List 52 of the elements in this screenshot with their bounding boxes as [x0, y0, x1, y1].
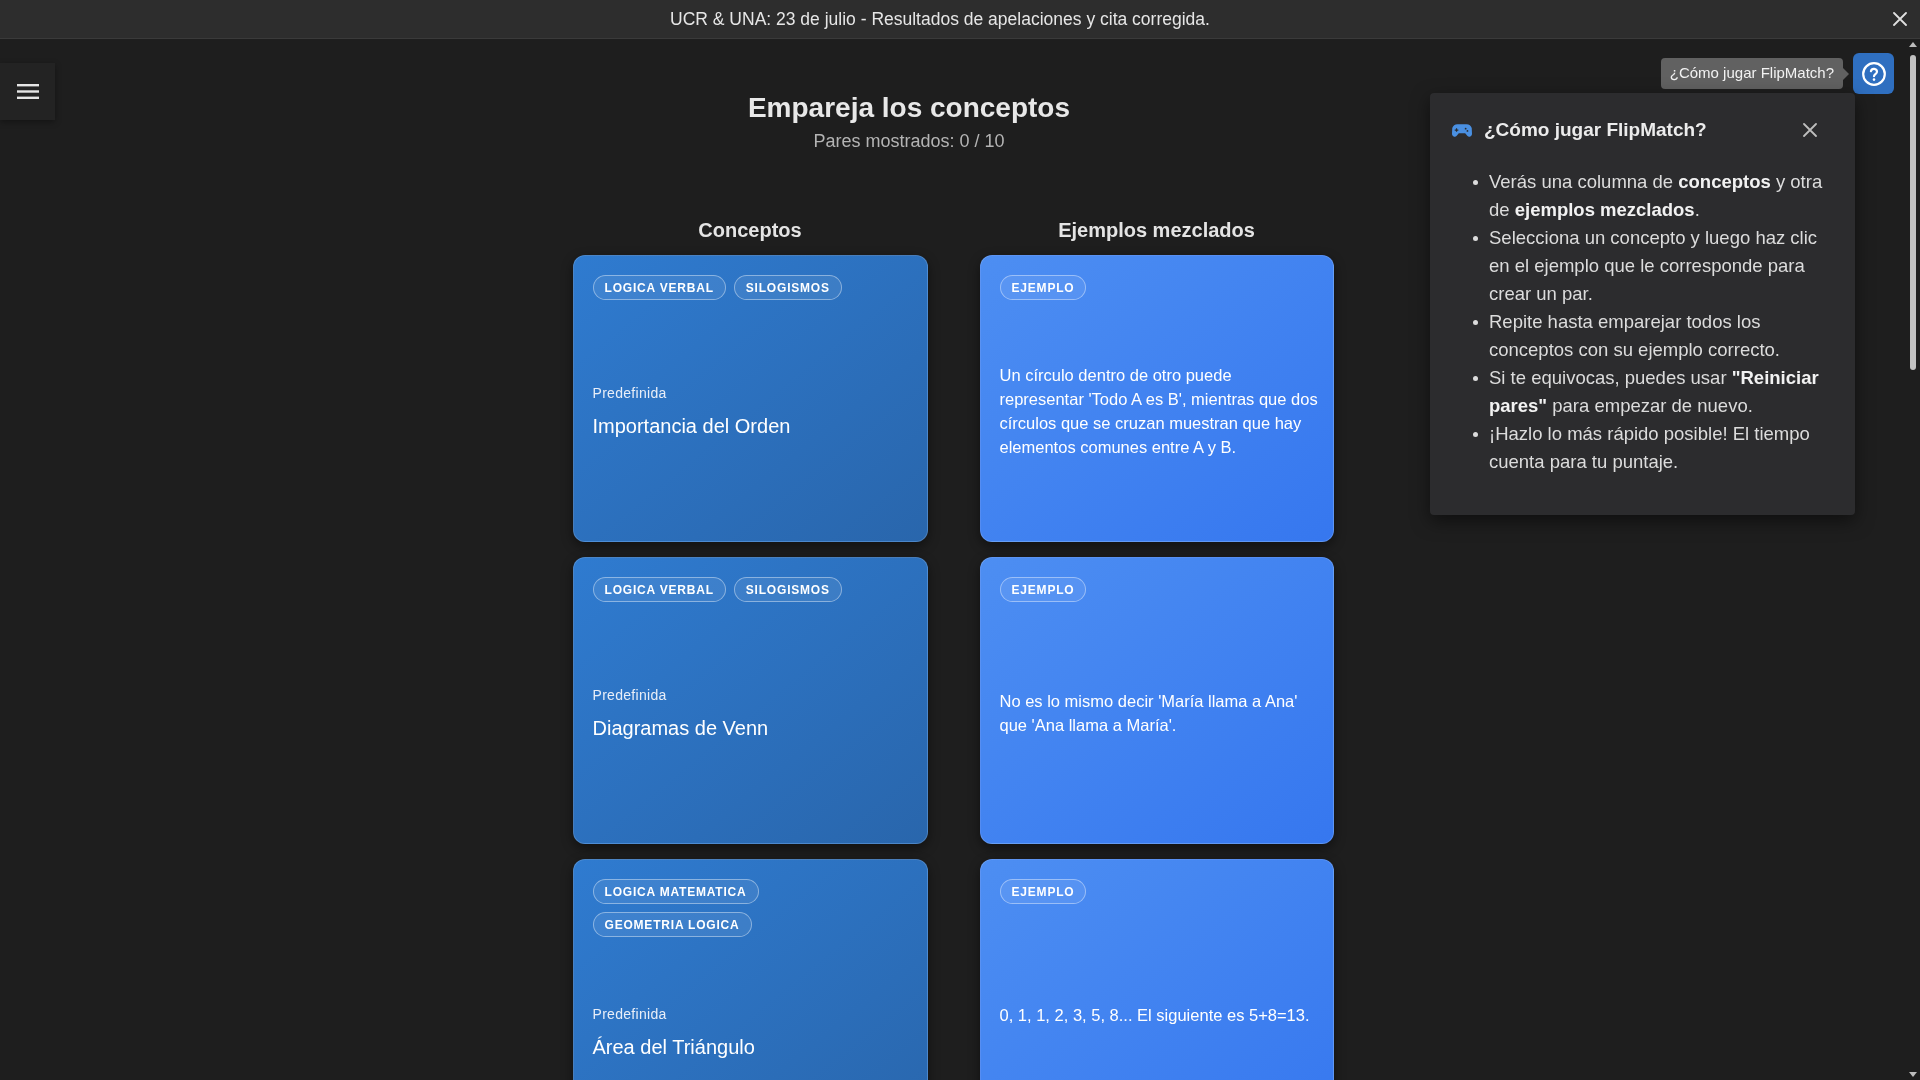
help-text: ¡Hazlo lo más rápido posible! El tiempo cuenta para tu puntaje. [1489, 422, 1811, 474]
help-text: Selecciona un concepto y luego haz clic en el ejemplo que le corresponde para crear un par. [1489, 226, 1819, 306]
example-card[interactable]: EJEMPLO No es lo mismo decir 'María llama a Ana' que 'Ana llama a María'. [979, 557, 1334, 844]
pairs-counter: Pares mostrados: 0 / 10 [813, 131, 1005, 151]
category-tag: GEOMETRIA LOGICA [592, 912, 752, 937]
concept-title: Importancia del Orden [592, 414, 792, 438]
source-label: Predefinida [592, 1004, 668, 1023]
bullet-icon [1473, 320, 1478, 325]
column-heading: Conceptos [698, 218, 802, 242]
close-icon [1803, 123, 1817, 137]
scroll-up-icon[interactable] [1909, 42, 1917, 47]
announcement-text: UCR & UNA: 23 de julio - Resultados de apelaciones y cita corregida. [670, 7, 1210, 31]
close-button[interactable] [1802, 122, 1818, 138]
example-tag: EJEMPLO [999, 275, 1087, 300]
source-label: Predefinida [592, 384, 668, 402]
close-icon [1893, 12, 1907, 26]
example-text: Un círculo dentro de otro puede representar 'Todo A es B', mientras que dos círculos que se cruzan muestran que hay elementos comunes entre A y B. [999, 365, 1319, 458]
bullet-icon [1473, 376, 1478, 381]
example-text: No es lo mismo decir 'María llama a Ana' que 'Ana llama a María'. [999, 691, 1299, 736]
menu-button[interactable] [0, 63, 55, 120]
example-tag: EJEMPLO [999, 879, 1087, 904]
scrollbar-thumb[interactable] [1910, 55, 1916, 370]
bullet-icon [1473, 236, 1478, 241]
scroll-down-icon[interactable] [1909, 1072, 1917, 1077]
tooltip: ¿Cómo jugar FlipMatch? [1660, 58, 1849, 89]
help-text: Verás una columna de conceptos y otra de ejemplos mezclados. [1489, 170, 1824, 222]
concept-card[interactable]: LOGICA MATEMATICA GEOMETRIA LOGICA Predefinida Área del Triángulo [572, 859, 928, 1080]
help-button[interactable] [1853, 53, 1894, 94]
help-text: Si te equivocas, puedes usar "Reiniciar pares" para empezar de nuevo. [1489, 366, 1820, 418]
category-tag: LOGICA MATEMATICA [592, 879, 759, 904]
category-tag: SILOGISMOS [733, 577, 842, 602]
example-tag: EJEMPLO [999, 577, 1087, 602]
page-title: Empareja los conceptos [747, 92, 1071, 124]
category-tag: SILOGISMOS [733, 275, 842, 300]
panel-title: ¿Cómo jugar FlipMatch? [1484, 117, 1707, 142]
category-tag: LOGICA VERBAL [592, 275, 726, 300]
concept-title: Área del Triángulo [592, 1034, 756, 1059]
example-card[interactable]: EJEMPLO 0, 1, 1, 2, 3, 5, 8... El siguiente es 5+8=13. [979, 859, 1334, 1080]
concept-card[interactable]: LOGICA VERBAL SILOGISMOS Predefinida Importancia del Orden [572, 255, 928, 542]
menu-icon [16, 84, 39, 99]
help-icon [1861, 61, 1886, 86]
example-text: 0, 1, 1, 2, 3, 5, 8... El siguiente es 5+8=13. [999, 1005, 1311, 1026]
concept-title: Diagramas de Venn [592, 716, 770, 740]
bullet-icon [1473, 180, 1478, 185]
source-label: Predefinida [592, 686, 668, 704]
concept-card[interactable]: LOGICA VERBAL SILOGISMOS Predefinida Diagramas de Venn [572, 557, 928, 844]
help-text: Repite hasta emparejar todos los conceptos con su ejemplo correcto. [1489, 310, 1781, 362]
example-card[interactable]: EJEMPLO Un círculo dentro de otro puede representar 'Todo A es B', mientras que dos círculos que se cruzan muestran que hay elementos comunes entre A y B. [979, 255, 1334, 542]
gamepad-icon [1452, 123, 1472, 137]
bullet-icon [1473, 432, 1478, 437]
column-heading: Ejemplos mezclados [1058, 218, 1255, 242]
category-tag: LOGICA VERBAL [592, 577, 726, 602]
